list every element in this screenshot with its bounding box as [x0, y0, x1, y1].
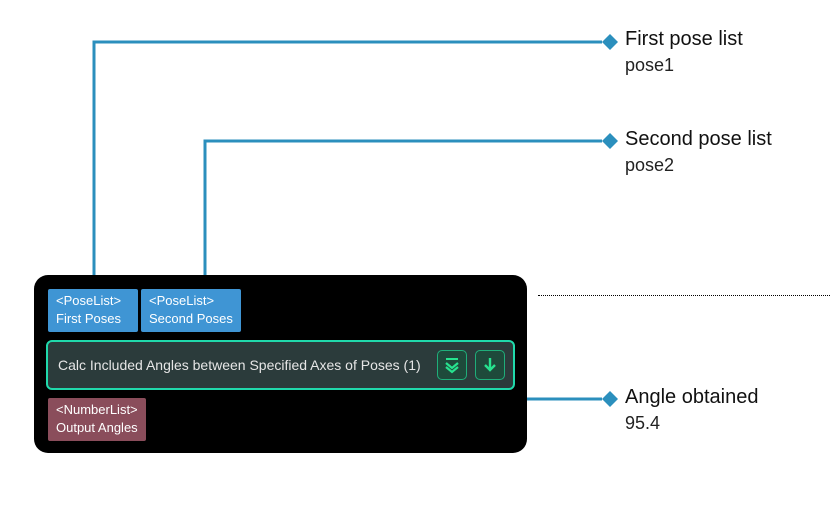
- download-arrow-icon: [481, 356, 499, 374]
- annotation-second-pose: Second pose list pose2: [625, 128, 772, 176]
- port-label: Second Poses: [149, 310, 233, 328]
- calc-angles-node[interactable]: <PoseList> First Poses <PoseList> Second…: [34, 275, 527, 453]
- port-type: <NumberList>: [56, 401, 138, 419]
- download-button[interactable]: [475, 350, 505, 380]
- output-port-output-angles[interactable]: <NumberList> Output Angles: [48, 398, 146, 441]
- chevron-double-down-icon: [443, 356, 461, 374]
- node-title-row: Calc Included Angles between Specified A…: [46, 340, 515, 390]
- annotation-title: Angle obtained: [625, 386, 758, 409]
- annotation-title: Second pose list: [625, 128, 772, 151]
- input-port-first-poses[interactable]: <PoseList> First Poses: [48, 289, 138, 332]
- dotted-separator: [538, 295, 830, 296]
- annotation-sub: 95.4: [625, 413, 758, 434]
- input-port-second-poses[interactable]: <PoseList> Second Poses: [141, 289, 241, 332]
- port-type: <PoseList>: [149, 292, 233, 310]
- annotation-sub: pose1: [625, 55, 743, 76]
- input-ports-row: <PoseList> First Poses <PoseList> Second…: [34, 275, 527, 334]
- port-type: <PoseList>: [56, 292, 130, 310]
- port-label: First Poses: [56, 310, 130, 328]
- port-label: Output Angles: [56, 419, 138, 437]
- annotation-first-pose: First pose list pose1: [625, 28, 743, 76]
- expand-button[interactable]: [437, 350, 467, 380]
- node-title: Calc Included Angles between Specified A…: [58, 357, 429, 373]
- diagram-canvas: { "node": { "title": "Calc Included Angl…: [0, 0, 830, 513]
- annotation-angle-obtained: Angle obtained 95.4: [625, 386, 758, 434]
- annotation-sub: pose2: [625, 155, 772, 176]
- annotation-title: First pose list: [625, 28, 743, 51]
